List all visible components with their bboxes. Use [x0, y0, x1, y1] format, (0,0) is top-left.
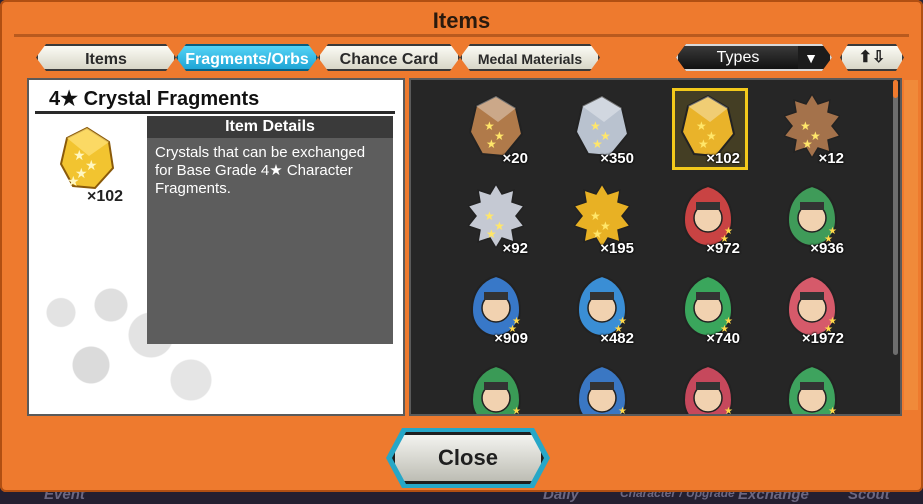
item-count: ×740	[706, 330, 740, 347]
svg-text:★: ★	[486, 227, 497, 241]
grid-item[interactable]: ★ ★ ★ ×350	[566, 92, 636, 167]
svg-text:★: ★	[828, 406, 837, 414]
item-count: ×20	[502, 150, 528, 167]
svg-text:★: ★	[828, 316, 837, 327]
svg-text:★: ★	[592, 227, 603, 241]
item-detail-panel: 4★ Crystal Fragments ★ ★ ★ ★ ×102 Item D…	[27, 78, 405, 416]
svg-text:★: ★	[698, 137, 709, 151]
frame-accent	[904, 80, 918, 410]
item-count: ×1972	[801, 330, 844, 347]
item-name: 4★ Crystal Fragments	[35, 84, 395, 114]
svg-text:★: ★	[592, 137, 603, 151]
svg-text:★: ★	[618, 406, 627, 414]
grid-item[interactable]: ★ ★ ★ ×102	[672, 88, 748, 170]
svg-text:★: ★	[724, 226, 733, 237]
tab-items[interactable]: Items	[36, 44, 176, 71]
grid-item[interactable]: ★ ★ ★ ×20	[460, 92, 530, 167]
grid-item[interactable]: ★ ★ ×972	[672, 182, 742, 257]
grid-item[interactable]: ★ ★	[566, 362, 636, 414]
grid-item[interactable]: ★ ★	[460, 362, 530, 414]
grid-item[interactable]: ★ ★ ×936	[776, 182, 846, 257]
gold-crystal-icon: ★ ★ ★ ★	[59, 126, 115, 192]
svg-text:★: ★	[618, 316, 627, 327]
grid-item[interactable]: ★ ★ ★ ×195	[566, 182, 636, 257]
chevron-down-icon: ▼	[804, 50, 818, 66]
items-dialog: Items Items Fragments/Orbs Chance Card M…	[0, 0, 923, 492]
grid-item[interactable]: ★ ★ ×1972	[776, 272, 846, 347]
grid-item[interactable]: ★ ★ ×740	[672, 272, 742, 347]
svg-text:★: ★	[724, 316, 733, 327]
item-count: ×12	[818, 150, 844, 167]
svg-text:★: ★	[512, 406, 521, 414]
svg-text:★: ★	[724, 406, 733, 414]
svg-text:★: ★	[486, 137, 497, 151]
svg-text:★: ★	[802, 137, 813, 151]
svg-text:★: ★	[73, 147, 86, 163]
grid-scrollbar[interactable]	[893, 80, 898, 355]
close-button[interactable]: Close	[392, 432, 544, 484]
item-count: ×909	[494, 330, 528, 347]
grid-item[interactable]: ★ ★ ★ ×92	[460, 182, 530, 257]
grid-scroll-thumb[interactable]	[893, 80, 898, 98]
grid-item[interactable]: ★ ★	[672, 362, 742, 414]
sort-button[interactable]: ⬆⇩	[840, 44, 904, 71]
sort-up-down-icon: ⬆⇩	[858, 49, 886, 66]
types-dropdown[interactable]: Types ▼	[676, 44, 832, 71]
svg-text:★: ★	[828, 226, 837, 237]
tab-fragments-orbs[interactable]: Fragments/Orbs	[176, 44, 318, 71]
tab-medal-materials[interactable]: Medal Materials	[460, 44, 600, 71]
svg-text:★: ★	[67, 173, 80, 189]
svg-text:★: ★	[512, 316, 521, 327]
item-count: ×195	[600, 240, 634, 257]
grid-item[interactable]: ★ ★ ★ ×12	[776, 92, 846, 167]
types-label: Types	[678, 46, 798, 69]
item-count: ×92	[502, 240, 528, 257]
tab-chance-card[interactable]: Chance Card	[318, 44, 460, 71]
grid-item[interactable]: ★ ★	[776, 362, 846, 414]
dialog-title: Items	[432, 8, 491, 33]
item-count: ×482	[600, 330, 634, 347]
item-description: Crystals that can be exchanged for Base …	[147, 138, 393, 344]
item-count: ×102	[706, 150, 740, 167]
item-count: ×350	[600, 150, 634, 167]
grid-item[interactable]: ★ ★ ×482	[566, 272, 636, 347]
item-count: ×936	[810, 240, 844, 257]
item-count: ×972	[706, 240, 740, 257]
grid-item[interactable]: ★ ★ ×909	[460, 272, 530, 347]
item-details-header: Item Details	[147, 116, 393, 138]
title-divider	[14, 34, 909, 37]
item-count: ×102	[87, 188, 124, 205]
